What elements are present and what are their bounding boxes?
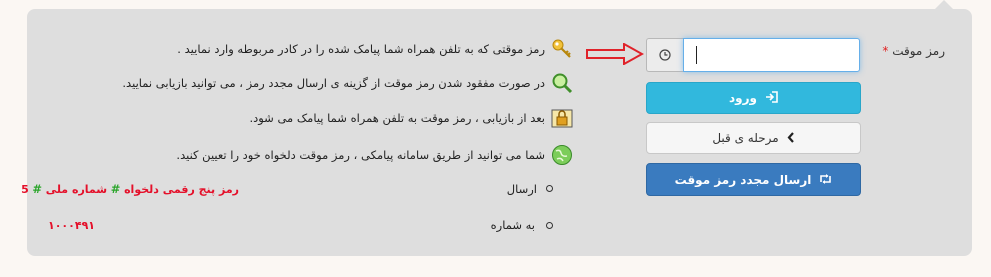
sms-to-number-text: به شماره [490, 218, 535, 232]
temp-password-group [646, 38, 860, 72]
text-caret [696, 46, 697, 64]
previous-step-button[interactable]: مرحله ی قبل [646, 122, 861, 154]
info-item-sms-system: شما می توانید از طریق سامانه پیامکی ، رم… [176, 144, 573, 166]
required-mark: * [882, 44, 889, 58]
sms-number: ۱۰۰۰۴۹۱ [48, 219, 95, 232]
sms-format-part1: رمز پنج رقمی دلخواه [124, 183, 239, 196]
magnifier-icon [551, 72, 573, 94]
sms-format-part3: 5 [21, 183, 29, 196]
info-text: بعد از بازیابی ، رمز موقت به تلفن همراه … [249, 111, 545, 125]
sms-to-number-label: به شماره [491, 218, 535, 232]
sms-send-label: ارسال [507, 182, 537, 196]
chevron-left-icon [787, 131, 795, 145]
retweet-icon [819, 173, 832, 186]
sms-format: رمز پنج رقمی دلخواه # شماره ملی # 5 [21, 182, 239, 196]
key-icon [551, 38, 573, 60]
temp-password-input-wrapper [683, 38, 860, 72]
temp-password-input[interactable] [684, 39, 859, 71]
login-button[interactable]: ورود [646, 82, 861, 114]
temp-password-label: رمز موقت * [880, 44, 945, 58]
lock-icon [551, 107, 573, 129]
info-item-after-recovery: بعد از بازیابی ، رمز موقت به تلفن همراه … [249, 107, 573, 129]
info-text: در صورت مفقود شدن رمز موقت از گزینه ی ار… [122, 76, 545, 90]
info-text: شما می توانید از طریق سامانه پیامکی ، رم… [176, 148, 545, 162]
resend-password-button[interactable]: ارسال مجدد رمز موقت [646, 163, 861, 196]
previous-step-label: مرحله ی قبل [712, 131, 779, 145]
globe-icon [551, 144, 573, 166]
bullet [546, 185, 553, 192]
sms-send-text: ارسال [506, 182, 537, 196]
panel-notch [934, 0, 954, 10]
bullet [546, 222, 553, 229]
sign-in-icon [765, 91, 778, 105]
pointer-arrow-icon [586, 43, 644, 65]
clock-icon [646, 38, 683, 72]
sms-format-part2: شماره ملی [45, 183, 108, 196]
info-item-enter-code: رمز موقتی که به تلفن همراه شما پیامک شده… [177, 38, 573, 60]
login-label: ورود [729, 91, 757, 105]
temp-password-label-text: رمز موقت [892, 44, 945, 58]
resend-password-label: ارسال مجدد رمز موقت [674, 172, 812, 187]
info-text: رمز موقتی که به تلفن همراه شما پیامک شده… [177, 42, 545, 56]
sms-format-hash1: # [110, 182, 121, 196]
sms-format-hash2: # [32, 182, 43, 196]
info-item-lost-code: در صورت مفقود شدن رمز موقت از گزینه ی ار… [122, 72, 573, 94]
